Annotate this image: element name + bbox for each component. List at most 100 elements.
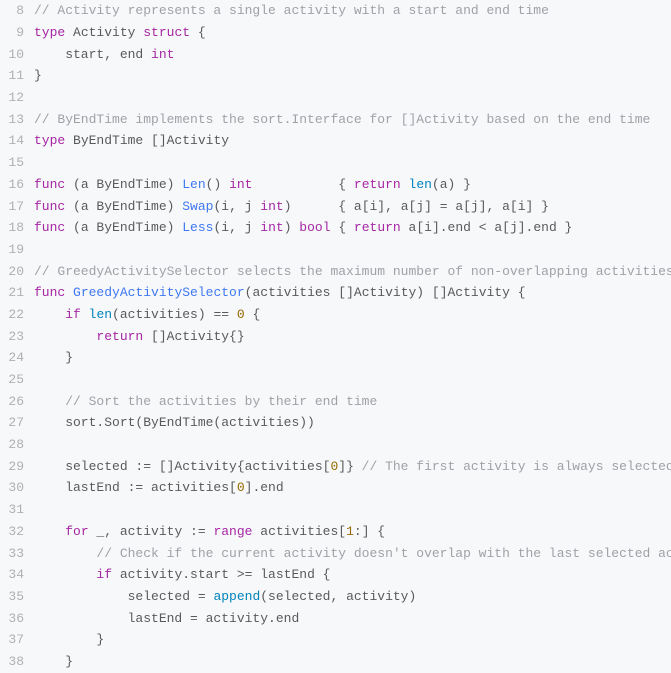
code-line[interactable]: 12 (0, 87, 671, 109)
token-kw: type (34, 25, 65, 40)
token-punct: ].end (245, 480, 284, 495)
code-content[interactable]: // ByEndTime implements the sort.Interfa… (34, 109, 650, 130)
code-line[interactable]: 30 lastEnd := activities[0].end (0, 477, 671, 499)
token-punct: selected := []Activity{activities[ (34, 459, 330, 474)
code-line[interactable]: 25 (0, 369, 671, 391)
line-number: 34 (0, 564, 34, 585)
code-content[interactable]: // GreedyActivitySelector selects the ma… (34, 261, 671, 282)
code-line[interactable]: 27 sort.Sort(ByEndTime(activities)) (0, 412, 671, 434)
code-line[interactable]: 37 } (0, 629, 671, 651)
line-number: 27 (0, 412, 34, 433)
code-line[interactable]: 23 return []Activity{} (0, 325, 671, 347)
token-punct (34, 394, 65, 409)
token-punct: () (206, 177, 229, 192)
code-line[interactable]: 14type ByEndTime []Activity (0, 130, 671, 152)
token-punct: { (331, 220, 354, 235)
code-content[interactable]: func (a ByEndTime) Len() int { return le… (34, 174, 471, 195)
code-line[interactable]: 8// Activity represents a single activit… (0, 0, 671, 22)
token-ident: ByEndTime []Activity (65, 133, 229, 148)
token-punct: { (252, 177, 353, 192)
token-num: 1 (346, 524, 354, 539)
code-line[interactable]: 34 if activity.start >= lastEnd { (0, 564, 671, 586)
code-line[interactable]: 36 lastEnd = activity.end (0, 607, 671, 629)
token-builtin: len (409, 177, 432, 192)
code-line[interactable]: 17func (a ByEndTime) Swap(i, j int) { a[… (0, 195, 671, 217)
code-line[interactable]: 11} (0, 65, 671, 87)
code-line[interactable]: 10 start, end int (0, 43, 671, 65)
code-line[interactable]: 15 (0, 152, 671, 174)
token-kw: if (96, 567, 112, 582)
token-func-name: Len (182, 177, 205, 192)
code-content[interactable]: } (34, 65, 42, 86)
code-content[interactable]: func (a ByEndTime) Less(i, j int) bool {… (34, 217, 572, 238)
code-line[interactable]: 16func (a ByEndTime) Len() int { return … (0, 174, 671, 196)
line-number: 19 (0, 239, 34, 260)
code-line[interactable]: 13// ByEndTime implements the sort.Inter… (0, 108, 671, 130)
token-return-kw: return (354, 220, 401, 235)
code-content[interactable]: // Sort the activities by their end time (34, 391, 377, 412)
code-content[interactable]: return []Activity{} (34, 326, 245, 347)
token-punct: activity.start >= lastEnd { (112, 567, 330, 582)
code-line[interactable]: 28 (0, 434, 671, 456)
code-content[interactable]: if len(activities) == 0 { (34, 304, 260, 325)
token-punct: (selected, activity) (260, 589, 416, 604)
code-line[interactable]: 18func (a ByEndTime) Less(i, j int) bool… (0, 217, 671, 239)
code-content[interactable]: lastEnd := activities[0].end (34, 477, 284, 498)
code-line[interactable]: 20// GreedyActivitySelector selects the … (0, 260, 671, 282)
token-punct: (a ByEndTime) (65, 220, 182, 235)
token-ident: Activity (65, 25, 143, 40)
code-content[interactable]: selected := []Activity{activities[0]} //… (34, 456, 671, 477)
token-punct: (a ByEndTime) (65, 199, 182, 214)
code-line[interactable]: 38 } (0, 651, 671, 673)
line-number: 11 (0, 65, 34, 86)
code-content[interactable]: lastEnd = activity.end (34, 608, 299, 629)
token-int-kw: int (151, 47, 174, 62)
code-editor[interactable]: 8// Activity represents a single activit… (0, 0, 671, 672)
code-content[interactable]: sort.Sort(ByEndTime(activities)) (34, 412, 315, 433)
code-content[interactable]: if activity.start >= lastEnd { (34, 564, 330, 585)
code-content[interactable]: for _, activity := range activities[1:] … (34, 521, 385, 542)
line-number: 25 (0, 369, 34, 390)
token-comment: // ByEndTime implements the sort.Interfa… (34, 112, 650, 127)
token-punct (34, 524, 65, 539)
code-line[interactable]: 24 } (0, 347, 671, 369)
token-punct: (activities) == (112, 307, 237, 322)
token-punct: (i, j (213, 199, 260, 214)
code-content[interactable]: selected = append(selected, activity) (34, 586, 416, 607)
code-line[interactable]: 35 selected = append(selected, activity) (0, 586, 671, 608)
code-line[interactable]: 9type Activity struct { (0, 22, 671, 44)
token-punct: } (34, 632, 104, 647)
code-content[interactable]: func GreedyActivitySelector(activities [… (34, 282, 526, 303)
code-content[interactable]: } (34, 347, 73, 368)
code-content[interactable]: } (34, 629, 104, 650)
token-num: 0 (237, 307, 245, 322)
token-punct: sort.Sort(ByEndTime(activities)) (34, 415, 315, 430)
token-ident: start, end (34, 47, 151, 62)
token-punct (401, 177, 409, 192)
code-content[interactable]: type Activity struct { (34, 22, 206, 43)
token-func-name: Swap (182, 199, 213, 214)
code-content[interactable]: // Check if the current activity doesn't… (34, 543, 671, 564)
code-line[interactable]: 22 if len(activities) == 0 { (0, 304, 671, 326)
code-content[interactable]: // Activity represents a single activity… (34, 0, 549, 21)
token-num: 0 (237, 480, 245, 495)
token-punct: (i, j (213, 220, 260, 235)
code-line[interactable]: 26 // Sort the activities by their end t… (0, 390, 671, 412)
code-line[interactable]: 29 selected := []Activity{activities[0]}… (0, 455, 671, 477)
line-number: 26 (0, 391, 34, 412)
code-line[interactable]: 31 (0, 499, 671, 521)
line-number: 22 (0, 304, 34, 325)
code-content[interactable]: func (a ByEndTime) Swap(i, j int) { a[i]… (34, 196, 549, 217)
token-int-kw: int (260, 199, 283, 214)
line-number: 38 (0, 651, 34, 672)
token-kw: type (34, 133, 65, 148)
code-content[interactable]: start, end int (34, 44, 174, 65)
code-line[interactable]: 19 (0, 239, 671, 261)
token-comment: // Activity represents a single activity… (34, 3, 549, 18)
code-line[interactable]: 32 for _, activity := range activities[1… (0, 521, 671, 543)
code-line[interactable]: 33 // Check if the current activity does… (0, 542, 671, 564)
code-content[interactable]: } (34, 651, 73, 672)
code-content[interactable]: type ByEndTime []Activity (34, 130, 229, 151)
line-number: 23 (0, 326, 34, 347)
code-line[interactable]: 21func GreedyActivitySelector(activities… (0, 282, 671, 304)
